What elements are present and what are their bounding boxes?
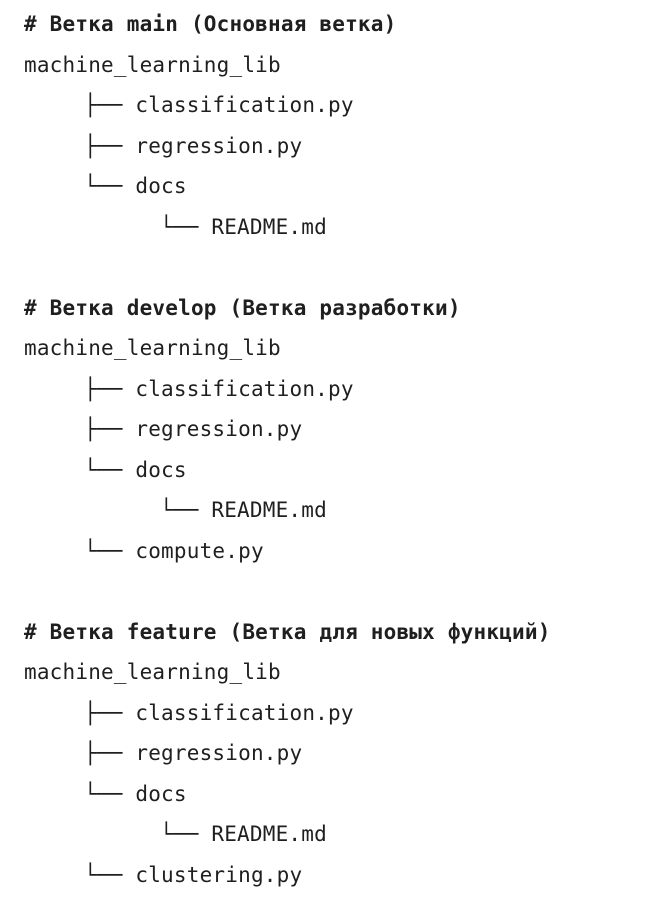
tree-root: machine_learning_lib: [24, 336, 281, 360]
branch-heading-feature: # Ветка feature (Ветка для новых функций…: [24, 619, 551, 644]
tree-connector: ├──: [84, 741, 136, 765]
tree-entry: └── docs: [24, 166, 650, 207]
file-name: classification.py: [135, 700, 354, 725]
file-name: regression.py: [135, 133, 303, 158]
tree-connector: └──: [84, 457, 136, 482]
tree-entry: └── README.md: [24, 814, 650, 855]
tree-connector: └──: [160, 498, 212, 522]
code-block: # Ветка main (Основная ветка) machine_le…: [24, 4, 650, 895]
folder-name: docs: [135, 457, 187, 482]
tree-connector: └──: [160, 214, 212, 239]
folder-name: docs: [135, 174, 187, 198]
tree-connector: └──: [84, 174, 136, 198]
tree-entry: └── README.md: [24, 490, 650, 531]
tree-entry: ├── classification.py: [24, 369, 650, 410]
tree-root: machine_learning_lib: [24, 660, 281, 684]
tree-connector: ├──: [84, 93, 136, 117]
branch-heading-main: # Ветка main (Основная ветка): [24, 12, 397, 36]
folder-name: docs: [135, 781, 187, 806]
tree-connector: └──: [84, 862, 136, 887]
tree-entry: └── README.md: [24, 207, 650, 248]
file-name: regression.py: [135, 417, 303, 441]
file-name: compute.py: [135, 538, 264, 563]
file-name: README.md: [211, 214, 327, 239]
file-name: regression.py: [135, 741, 303, 765]
tree-entry: └── docs: [24, 774, 650, 815]
tree-connector: └──: [84, 538, 136, 563]
tree-connector: ├──: [84, 417, 136, 441]
file-name: clustering.py: [135, 862, 303, 887]
file-name: README.md: [211, 822, 327, 846]
tree-entry: └── compute.py: [24, 531, 650, 572]
tree-entry: ├── regression.py: [24, 733, 650, 774]
branch-heading-develop: # Ветка develop (Ветка разработки): [24, 295, 461, 320]
tree-entry: ├── regression.py: [24, 409, 650, 450]
tree-root: machine_learning_lib: [24, 52, 281, 77]
tree-entry: ├── regression.py: [24, 126, 650, 167]
tree-entry: └── docs: [24, 450, 650, 491]
file-name: classification.py: [135, 93, 354, 117]
tree-connector: └──: [84, 781, 136, 806]
tree-entry: └── clustering.py: [24, 855, 650, 896]
tree-connector: ├──: [84, 376, 136, 401]
tree-entry: ├── classification.py: [24, 85, 650, 126]
file-name: README.md: [211, 498, 327, 522]
tree-connector: ├──: [84, 133, 136, 158]
tree-entry: ├── classification.py: [24, 693, 650, 734]
file-name: classification.py: [135, 376, 354, 401]
tree-connector: ├──: [84, 700, 136, 725]
tree-connector: └──: [160, 822, 212, 846]
